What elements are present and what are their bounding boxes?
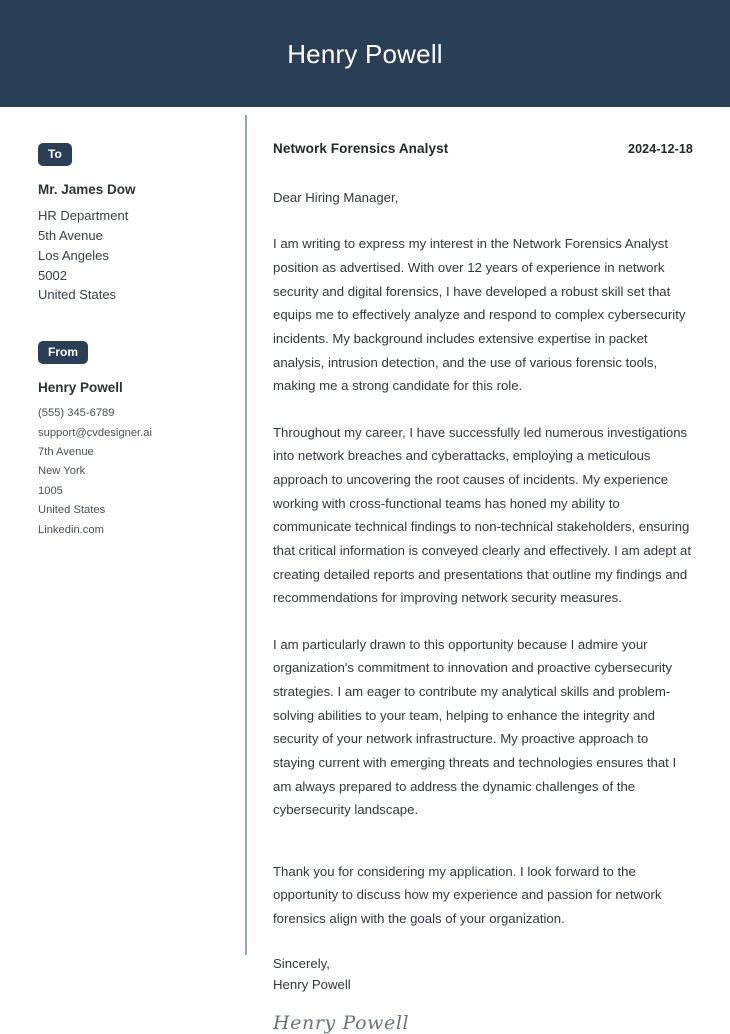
sender-city: New York: [38, 465, 86, 478]
letter-date: 2024-12-18: [628, 142, 693, 156]
to-badge: To: [38, 143, 72, 166]
recipient-name: Mr. James Dow: [38, 182, 136, 197]
sidebar: To Mr. James Dow HR Department 5th Avenu…: [0, 107, 245, 540]
letter-paragraph: I am particularly drawn to this opportun…: [273, 636, 677, 818]
sender-street: 7th Avenue: [38, 446, 94, 458]
sender-name: Henry Powell: [38, 380, 123, 395]
recipient-block: To Mr. James Dow HR Department 5th Avenu…: [38, 143, 227, 305]
recipient-line: United States: [38, 287, 117, 303]
salutation: Dear Hiring Manager,: [273, 190, 399, 205]
from-badge: From: [38, 341, 88, 364]
page-title: Henry Powell: [287, 38, 443, 69]
sender-website: Linkedin.com: [38, 523, 104, 536]
recipient-line: 5002: [38, 267, 67, 283]
sender-block: From Henry Powell (555) 345-6789 support…: [38, 341, 227, 540]
signature: Henry Powell: [273, 1012, 410, 1034]
closing-word: Sincerely,: [273, 955, 330, 971]
letter-main: Network Forensics Analyst 2024-12-18 Dea…: [245, 107, 730, 1034]
recipient-line: 5th Avenue: [38, 228, 103, 243]
sender-postcode: 1005: [38, 484, 63, 497]
job-title: Network Forensics Analyst: [273, 141, 449, 156]
column-divider: [245, 115, 247, 955]
letter-paragraph: Throughout my career, I have successfull…: [273, 424, 692, 606]
letter-paragraph: Thank you for considering my application…: [273, 863, 662, 927]
recipient-line: HR Department: [38, 208, 129, 224]
document-header: Henry Powell: [0, 0, 730, 107]
letter-paragraph: I am writing to express my interest in t…: [273, 236, 686, 394]
letter-header-row: Network Forensics Analyst 2024-12-18: [273, 141, 693, 156]
recipient-line: Los Angeles: [38, 247, 109, 263]
sender-country: United States: [38, 504, 106, 517]
closing-name: Henry Powell: [273, 976, 351, 992]
letter-body: To Mr. James Dow HR Department 5th Avenu…: [0, 107, 730, 1034]
sender-email: support@cvdesigner.ai: [38, 426, 152, 439]
sender-phone: (555) 345-6789: [38, 407, 115, 420]
